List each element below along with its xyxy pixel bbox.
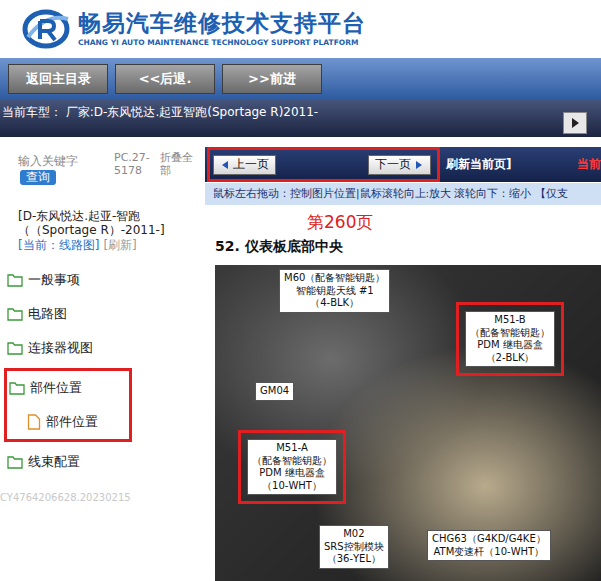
callout-label: M51-A（配备智能钥匙）PDM 继电器盒（10-WHT） — [247, 439, 337, 495]
current-vehicle: 当前车型： 厂家:D-东风悦达.起亚智跑(Sportage R)2011- — [2, 104, 318, 121]
folder-icon — [7, 455, 23, 469]
pager-bar: 上一页 下一页刷新当前页] 当前 — [205, 147, 601, 182]
logo-icon — [22, 7, 72, 51]
prev-page-button[interactable]: 上一页 — [213, 155, 276, 175]
tree-item[interactable]: 一般事项 — [5, 263, 127, 297]
platform-subtitle: CHANG YI AUTO MAINTENANCE TECHNOLOGY SUP… — [78, 38, 366, 47]
app-window: 畅易汽车维修技术支持平台 CHANG YI AUTO MAINTENANCE TE… — [0, 0, 601, 581]
watermark: CY4764206628.20230215 — [0, 492, 201, 503]
search-button[interactable]: 查询 — [20, 170, 56, 185]
arrow-left-icon — [220, 160, 230, 170]
tree-group: 线束配置 — [2, 442, 130, 482]
nav-button[interactable]: 返回主目录 — [8, 64, 108, 94]
next-page-button[interactable]: 下一页 — [368, 155, 431, 175]
callout-label: CHG63（G4KD/G4KE）ATM变速杆（10-WHT） — [427, 530, 551, 561]
folder-icon — [9, 381, 25, 395]
folder-icon — [7, 341, 23, 355]
tree-item[interactable]: 电路图 — [5, 297, 127, 331]
sidebar: 查询 PC.27-5178折叠全部 [D-东风悦达.起亚-智跑（（Sportage … — [0, 137, 205, 581]
current-view: [当前：线路图] — [18, 238, 99, 252]
toggle-button[interactable] — [563, 112, 587, 134]
component-photo[interactable]: M60（配备智能钥匙）智能钥匙天线 #1（4-BLK） M51-B（配备智能钥匙）… — [215, 265, 601, 581]
callout-label: M60（配备智能钥匙）智能钥匙天线 #1（4-BLK） — [279, 269, 390, 313]
tree: 一般事项电路图连接器视图部件位置部件位置线束配置 — [2, 260, 201, 482]
vehicle-info: [D-东风悦达.起亚-智跑（（Sportage R）-2011-] — [18, 209, 201, 238]
callout-label: GM04 — [255, 382, 294, 401]
tree-item[interactable]: 部件位置 — [7, 371, 129, 405]
collapse-all-link[interactable]: 折叠全部 — [160, 152, 196, 177]
current-label: 当前 — [577, 156, 601, 173]
code-label: PC.27-5178 — [114, 152, 154, 177]
section-title: 52. 仪表板底部中央 — [215, 238, 601, 256]
header: 畅易汽车维修技术支持平台 CHANG YI AUTO MAINTENANCE TE… — [0, 0, 601, 58]
callout-label: M02SRS控制模块（36-YEL） — [319, 525, 389, 569]
document-icon — [27, 414, 41, 430]
arrow-right-icon — [569, 117, 581, 129]
page-number: 第260页 — [215, 211, 601, 234]
nav-button[interactable]: >>前进 — [222, 64, 322, 94]
tree-item[interactable]: 线束配置 — [5, 445, 127, 479]
nav-button[interactable]: <<后退. — [115, 64, 215, 94]
viewer: 上一页 下一页刷新当前页] 当前鼠标左右拖动：控制图片位置|鼠标滚轮向上:放大 滚轮… — [205, 137, 601, 581]
refresh-link[interactable]: [刷新] — [103, 238, 136, 252]
nav-bar: 返回主目录<<后退.>>前进 — [0, 58, 601, 100]
vehicle-bar: 当前车型： 厂家:D-东风悦达.起亚智跑(Sportage R)2011- — [0, 100, 601, 137]
pager: 上一页 下一页 — [207, 147, 440, 182]
tree-item[interactable]: 连接器视图 — [5, 331, 127, 365]
folder-icon — [7, 273, 23, 287]
refresh-page-link[interactable]: 刷新当前页] — [446, 156, 571, 173]
search-input[interactable] — [18, 152, 108, 170]
platform-title: 畅易汽车维修技术支持平台 — [78, 11, 366, 36]
tree-item[interactable]: 部件位置 — [7, 405, 129, 439]
hint-bar: 鼠标左右拖动：控制图片位置|鼠标滚轮向上:放大 滚轮向下：缩小 【仅支 — [205, 183, 601, 205]
arrow-right-icon — [414, 160, 424, 170]
highlight-box: 部件位置部件位置 — [4, 368, 132, 442]
callout-label: M51-B（配备智能钥匙）PDM 继电器盒（2-BLK） — [465, 311, 555, 367]
folder-icon — [7, 307, 23, 321]
tree-group: 一般事项电路图连接器视图 — [2, 260, 130, 368]
